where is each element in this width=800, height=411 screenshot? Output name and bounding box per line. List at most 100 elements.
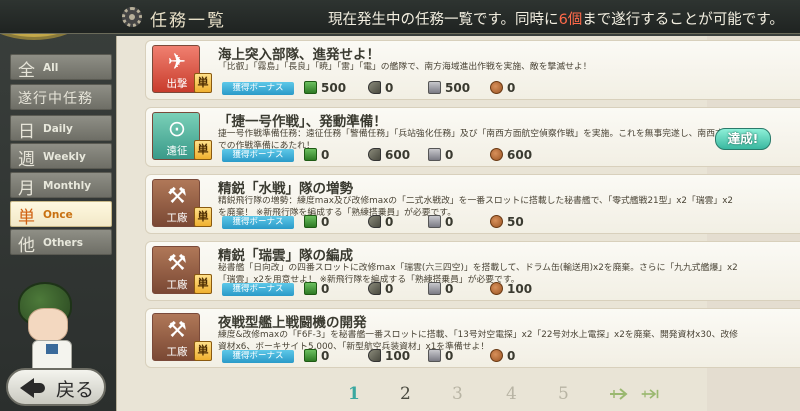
quest-title: 夜戦型艦上戦闘機の開発: [218, 315, 367, 331]
one-time-tag: 単: [194, 140, 212, 160]
quest-row[interactable]: ✈ 出撃 単 海上突入部隊、進発せよ！ 「比叡」「霧島」「長良」「暁」「雷」「電…: [145, 40, 800, 100]
hammer-icon: ⚒: [167, 251, 187, 276]
reward-ammo: 100: [368, 349, 410, 363]
quest-description: 練度&改修maxの「F6F-3」を秘書艦一番スロットに搭載、「13号対空電探」x…: [218, 330, 738, 352]
quest-description: 「比叡」「霧島」「長良」「暁」「雷」「電」の艦隊で、南方海域進出作戦を実施、敵を…: [218, 62, 592, 72]
reward-steel-value: 0: [445, 282, 454, 296]
page-1[interactable]: 1: [348, 384, 360, 404]
arsenal-category-icon: ⚒ 工廠: [152, 313, 200, 361]
ammo-icon: [368, 81, 381, 94]
sidebar-item-kanji: 単: [18, 208, 35, 228]
quest-title: 精鋭「瑞雲」隊の編成: [218, 248, 353, 264]
ammo-icon: [368, 148, 381, 161]
ammo-icon: [368, 282, 381, 295]
bauxite-icon: [490, 349, 503, 362]
bauxite-icon: [490, 215, 503, 228]
sidebar-item-weekly[interactable]: 週 Weekly: [10, 143, 112, 170]
reward-bauxite-value: 600: [507, 148, 533, 162]
last-page-icon[interactable]: [640, 387, 660, 401]
reward-bauxite-value: 0: [507, 81, 516, 95]
reward-bauxite: 600: [490, 148, 532, 162]
page-2[interactable]: 2: [400, 384, 411, 404]
reward-bauxite: 50: [490, 215, 524, 229]
sidebar-item-label: Daily: [43, 123, 73, 135]
next-page-icon[interactable]: [608, 387, 628, 401]
secretary-ship-avatar: [4, 268, 104, 380]
sidebar-item-kanji: 他: [18, 236, 35, 256]
sidebar-item-label: Others: [43, 237, 83, 249]
quest-row[interactable]: ⚒ 工廠 単 精鋭「瑞雲」隊の編成 秘書艦「日向改」の四番スロットに改修max「…: [145, 241, 800, 301]
quest-description: 精鋭飛行隊の増勢：練度max及び改修maxの「二式水戦改」を一番スロットに搭載し…: [218, 196, 734, 218]
back-arrow-icon: [20, 378, 34, 398]
reward-steel: 0: [428, 215, 453, 229]
sidebar-item-label: Weekly: [43, 151, 86, 163]
one-time-tag: 単: [194, 207, 212, 227]
bauxite-icon: [490, 282, 503, 295]
ammo-icon: [368, 349, 381, 362]
reward-fuel-value: 0: [321, 215, 330, 229]
pagination: 1 2 3 4 5: [340, 384, 740, 406]
quest-row[interactable]: ⚒ 工廠 単 精鋭「水戦」隊の増勢 精鋭飛行隊の増勢：練度max及び改修maxの…: [145, 174, 800, 234]
sidebar-item-kanji: 週: [18, 150, 35, 170]
avatar-tie: [46, 344, 58, 354]
plane-icon: ✈: [167, 50, 187, 75]
reward-bauxite: 0: [490, 349, 515, 363]
reward-steel-value: 500: [445, 81, 471, 95]
sidebar-item-kanji: 全: [18, 61, 35, 81]
expedition-category-icon: ⊙ 遠征: [152, 112, 200, 160]
fuel-icon: [304, 349, 317, 362]
reward-steel-value: 0: [445, 349, 454, 363]
reward-bauxite: 100: [490, 282, 532, 296]
fuel-icon: [304, 282, 317, 295]
header-bar: 任務一覧 現在発生中の任務一覧です。同時に6個まで遂行することが可能です。: [0, 0, 800, 34]
reward-ammo: 0: [368, 282, 393, 296]
quest-description: 秘書艦「日向改」の四番スロットに改修max「瑞雲(六三四空)」を搭載して、ドラム…: [218, 263, 738, 285]
sidebar-item-others[interactable]: 他 Others: [10, 229, 112, 256]
steel-icon: [428, 349, 441, 362]
sidebar-item-kanji: 月: [18, 179, 35, 199]
sidebar-item-in-progress[interactable]: 遂行中任務: [10, 84, 112, 110]
quest-title: 精鋭「水戦」隊の増勢: [218, 181, 353, 197]
reward-ammo-value: 600: [385, 148, 411, 162]
sidebar-item-all[interactable]: 全 All: [10, 54, 112, 81]
arsenal-category-icon: ⚒ 工廠: [152, 246, 200, 294]
sidebar-item-label: Once: [43, 209, 73, 221]
quest-title: 海上突入部隊、進発せよ！: [218, 47, 380, 63]
compass-icon: ⊙: [167, 117, 187, 142]
reward-ammo-value: 0: [385, 282, 394, 296]
back-arrow-tail: [33, 383, 45, 393]
reward-steel-value: 0: [445, 215, 454, 229]
fuel-icon: [304, 215, 317, 228]
reward-steel: 0: [428, 148, 453, 162]
page-title: 任務一覧: [150, 11, 226, 31]
reward-fuel: 0: [304, 282, 329, 296]
quest-row[interactable]: ⚒ 工廠 単 夜戦型艦上戦闘機の開発 練度&改修maxの「F6F-3」を秘書艦一…: [145, 308, 800, 368]
sidebar-item-daily[interactable]: 日 Daily: [10, 115, 112, 142]
quest-complete-badge[interactable]: 達成!: [715, 128, 771, 150]
reward-fuel: 0: [304, 349, 329, 363]
gear-icon: [122, 7, 142, 27]
arsenal-category-icon: ⚒ 工廠: [152, 179, 200, 227]
bauxite-icon: [490, 148, 503, 161]
ammo-icon: [368, 215, 381, 228]
reward-bauxite: 0: [490, 81, 515, 95]
steel-icon: [428, 215, 441, 228]
fuel-icon: [304, 148, 317, 161]
sidebar-item-once[interactable]: 単 Once: [10, 201, 112, 228]
reward-fuel-value: 0: [321, 282, 330, 296]
reward-ammo-value: 100: [385, 349, 411, 363]
bauxite-icon: [490, 81, 503, 94]
page-3[interactable]: 3: [452, 384, 463, 404]
page-4[interactable]: 4: [506, 384, 517, 404]
hammer-icon: ⚒: [167, 318, 187, 343]
quest-description: 捷一号作戦準備任務：遠征任務「警備任務」「兵站強化任務」及び「南西方面航空偵察作…: [218, 129, 733, 151]
sidebar-item-kanji: 遂行中任務: [18, 91, 93, 107]
page-5[interactable]: 5: [558, 384, 569, 404]
sidebar-item-monthly[interactable]: 月 Monthly: [10, 172, 112, 199]
one-time-tag: 単: [194, 341, 212, 361]
steel-icon: [428, 81, 441, 94]
back-button[interactable]: 戻る: [6, 368, 106, 406]
steel-icon: [428, 148, 441, 161]
quest-list-panel: ✈ 出撃 単 海上突入部隊、進発せよ！ 「比叡」「霧島」「長良」「暁」「雷」「電…: [116, 36, 800, 411]
quest-row[interactable]: ⊙ 遠征 単 「捷一号作戦」、発動準備！ 捷一号作戦準備任務：遠征任務「警備任務…: [145, 107, 800, 167]
